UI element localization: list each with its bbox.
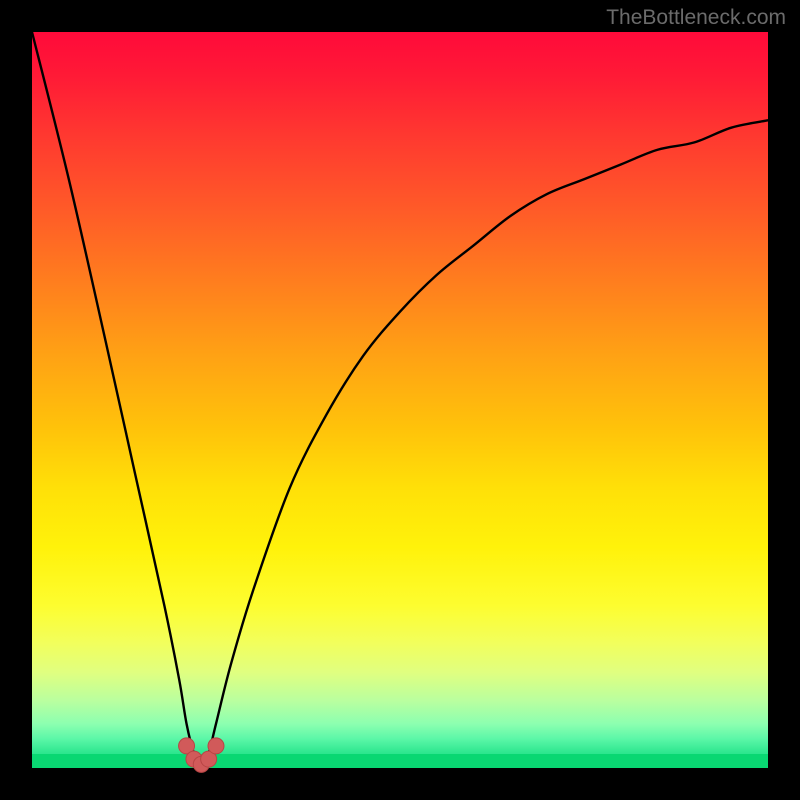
- curve-line: [32, 32, 768, 768]
- plot-area: [32, 32, 768, 768]
- optimum-markers: [179, 738, 224, 772]
- bottleneck-curve: [32, 32, 768, 768]
- optimum-dot: [208, 738, 224, 754]
- watermark-text: TheBottleneck.com: [606, 6, 786, 30]
- outer-frame: TheBottleneck.com: [0, 0, 800, 800]
